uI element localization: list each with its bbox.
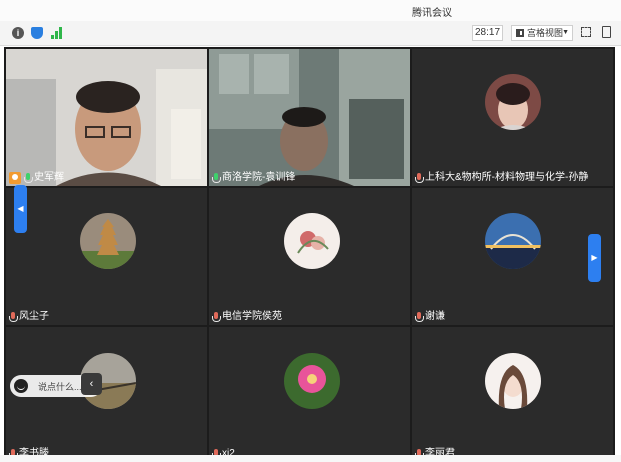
title-bar: 腾讯会议 bbox=[0, 0, 621, 21]
participant-avatar bbox=[80, 213, 136, 269]
participant-name: 电信学院侯苑 bbox=[222, 311, 282, 322]
popout-icon[interactable] bbox=[602, 26, 611, 38]
participant-name-bar: 商洛学院-袁训锋 bbox=[209, 170, 300, 186]
participant-avatar bbox=[284, 353, 340, 409]
participant-name-bar: 谢谦 bbox=[412, 309, 450, 325]
view-mode-label: 宫格视图 bbox=[527, 28, 564, 38]
bottom-strip bbox=[0, 455, 621, 462]
participant-name: 上科大&物构所-材料物理与化学-孙静 bbox=[425, 172, 589, 183]
signal-icon[interactable] bbox=[51, 27, 63, 39]
mic-off-icon bbox=[9, 311, 18, 323]
info-icon[interactable]: i bbox=[12, 27, 24, 39]
fullscreen-icon[interactable] bbox=[581, 27, 591, 37]
view-mode-button[interactable]: 宫格视图 ▼ bbox=[511, 25, 573, 41]
participant-tile[interactable]: 风尘子 bbox=[6, 188, 207, 325]
participant-avatar bbox=[485, 353, 541, 409]
participant-name-bar: 上科大&物构所-材料物理与化学-孙静 bbox=[412, 170, 593, 186]
participant-name-bar: 电信学院侯苑 bbox=[209, 309, 287, 325]
participant-name: 风尘子 bbox=[19, 311, 49, 322]
participant-tile[interactable]: 史军辉 bbox=[6, 49, 207, 186]
meeting-timer: 28:17 bbox=[472, 25, 503, 41]
participant-video bbox=[6, 49, 207, 186]
participant-tile[interactable]: 商洛学院-袁训锋 bbox=[209, 49, 410, 186]
participant-tile[interactable]: 李丽君 bbox=[412, 327, 613, 462]
participant-video bbox=[209, 49, 410, 186]
shield-icon[interactable] bbox=[31, 27, 43, 39]
window-title: 腾讯会议 bbox=[412, 8, 452, 19]
emoji-icon[interactable] bbox=[14, 379, 28, 393]
mic-off-icon bbox=[415, 172, 424, 184]
mic-off-icon bbox=[415, 311, 424, 323]
participant-avatar bbox=[485, 213, 541, 269]
participant-tile[interactable]: 电信学院侯苑 bbox=[209, 188, 410, 325]
participant-name: 商洛学院-袁训锋 bbox=[222, 172, 296, 183]
participant-avatar bbox=[284, 213, 340, 269]
participant-name: 史军辉 bbox=[34, 172, 64, 183]
next-page-button[interactable]: ▶ bbox=[588, 234, 601, 282]
mic-icon bbox=[24, 172, 33, 184]
mic-icon bbox=[212, 172, 221, 184]
participant-name-bar: 风尘子 bbox=[6, 309, 54, 325]
participant-avatar bbox=[485, 74, 541, 130]
chat-placeholder: 说点什么... bbox=[38, 381, 82, 392]
participant-name-bar: 史军辉 bbox=[6, 170, 69, 186]
chevron-down-icon: ▼ bbox=[562, 29, 569, 36]
participant-tile[interactable]: xi2 bbox=[209, 327, 410, 462]
video-grid: 史军辉 商洛学院-袁训锋 上科大&物构所-材料物理与化学-孙静 风尘子 电信学院… bbox=[4, 47, 615, 462]
participant-tile[interactable]: 谢谦 bbox=[412, 188, 613, 325]
grid-icon bbox=[516, 29, 524, 37]
chat-collapse-button[interactable]: ‹ bbox=[81, 373, 102, 395]
participant-tile[interactable]: 上科大&物构所-材料物理与化学-孙静 bbox=[412, 49, 613, 186]
prev-page-button[interactable]: ◀ bbox=[14, 185, 27, 233]
mic-off-icon bbox=[212, 311, 221, 323]
host-badge-icon bbox=[9, 172, 21, 184]
meeting-toolbar: i 28:17 宫格视图 ▼ bbox=[0, 21, 621, 46]
participant-name: 谢谦 bbox=[425, 311, 445, 322]
